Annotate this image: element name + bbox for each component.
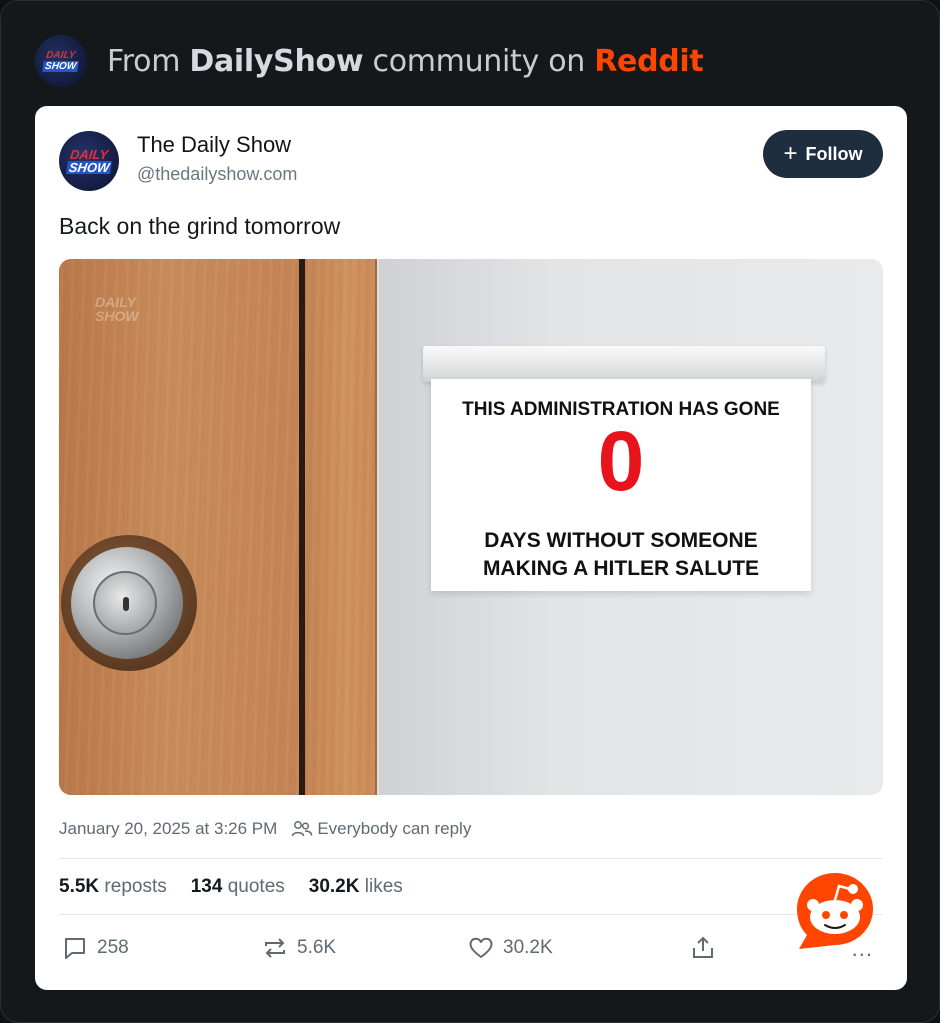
knob-lock	[93, 571, 157, 635]
plus-icon: +	[783, 140, 798, 167]
sign-line2: DAYS WITHOUT SOMEONE MAKING A HITLER SAL…	[431, 527, 811, 583]
quotes-label: quotes	[227, 876, 285, 897]
sign-line2b: MAKING A HITLER SALUTE	[482, 557, 760, 580]
door-frame	[305, 259, 377, 795]
author-handle[interactable]: @thedailyshow.com	[137, 164, 297, 185]
reply-button[interactable]: 258	[61, 934, 129, 962]
door-panel: DAILY SHOW	[59, 259, 301, 795]
action-bar: 258 5.6K 30.2K ...	[59, 934, 883, 970]
sign-holder	[423, 346, 825, 382]
reply-count: 258	[97, 937, 129, 958]
follow-button[interactable]: + Follow	[763, 130, 883, 178]
follow-label: Follow	[805, 143, 863, 164]
quotes-count: 134	[190, 876, 223, 897]
avatar-logo-show: SHOW	[65, 159, 113, 175]
post-text: Back on the grind tomorrow	[59, 213, 341, 239]
watermark-line2: SHOW	[95, 308, 139, 324]
reply-setting: Everybody can reply	[317, 819, 472, 838]
share-icon	[693, 936, 713, 958]
post-timestamp[interactable]: January 20, 2025 at 3:26 PM	[59, 819, 277, 839]
reposts-stat[interactable]: 5.5K reposts	[59, 876, 167, 898]
divider-bottom	[59, 914, 883, 915]
counter-sign: THIS ADMINISTRATION HAS GONE 0 DAYS WITH…	[431, 379, 811, 591]
reposts-label: reposts	[104, 876, 167, 897]
people-icon	[292, 821, 313, 837]
sign-line2a: DAYS WITHOUT SOMEONE	[484, 529, 758, 552]
door-knob-rosette	[61, 535, 197, 671]
author-avatar[interactable]: DAILY SHOW	[59, 131, 119, 191]
reddit-snoo-icon[interactable]	[793, 869, 877, 953]
divider-top	[59, 858, 883, 859]
community-link[interactable]: DailyShow	[189, 44, 363, 79]
post-image[interactable]: DAILY SHOW THIS ADMINISTRATION HAS GONE …	[59, 259, 883, 795]
repost-count: 5.6K	[297, 937, 337, 958]
embed-frame: DAILY SHOW From DailyShow community on R…	[0, 0, 940, 1023]
embed-header: DAILY SHOW From DailyShow community on R…	[35, 35, 704, 87]
post-meta: January 20, 2025 at 3:26 PM Everybody ca…	[59, 819, 471, 839]
post-card: DAILY SHOW The Daily Show @thedailyshow.…	[35, 106, 907, 990]
heart-icon	[469, 937, 493, 958]
repost-button[interactable]: 5.6K	[261, 934, 336, 962]
share-button[interactable]	[689, 934, 717, 962]
repost-icon	[265, 938, 285, 958]
reply-icon	[65, 938, 85, 959]
header-prefix: From	[107, 43, 181, 79]
post-stats: 5.5K reposts 134 quotes 30.2K likes	[59, 876, 403, 898]
reddit-link[interactable]: Reddit	[594, 44, 704, 79]
like-count: 30.2K	[503, 937, 553, 958]
quotes-stat[interactable]: 134 quotes	[191, 876, 285, 898]
sign-count: 0	[597, 414, 645, 508]
avatar-logo-daily: DAILY	[68, 146, 110, 162]
likes-stat[interactable]: 30.2K likes	[309, 876, 403, 898]
author-name[interactable]: The Daily Show	[137, 132, 291, 158]
header-middle: community on	[372, 43, 586, 79]
daily-show-watermark: DAILY SHOW	[95, 295, 139, 323]
keyhole-icon	[123, 597, 129, 611]
likes-count: 30.2K	[308, 876, 360, 897]
watermark-line1: DAILY	[95, 294, 136, 310]
community-avatar[interactable]: DAILY SHOW	[35, 35, 87, 87]
logo-daily-text: DAILY	[45, 49, 77, 61]
likes-label: likes	[364, 876, 403, 897]
door-knob	[71, 547, 183, 659]
reposts-count: 5.5K	[59, 876, 100, 897]
like-button[interactable]: 30.2K	[467, 934, 553, 962]
logo-show-text: SHOW	[42, 60, 80, 72]
header-source-text: From DailyShow community on Reddit	[107, 43, 704, 79]
